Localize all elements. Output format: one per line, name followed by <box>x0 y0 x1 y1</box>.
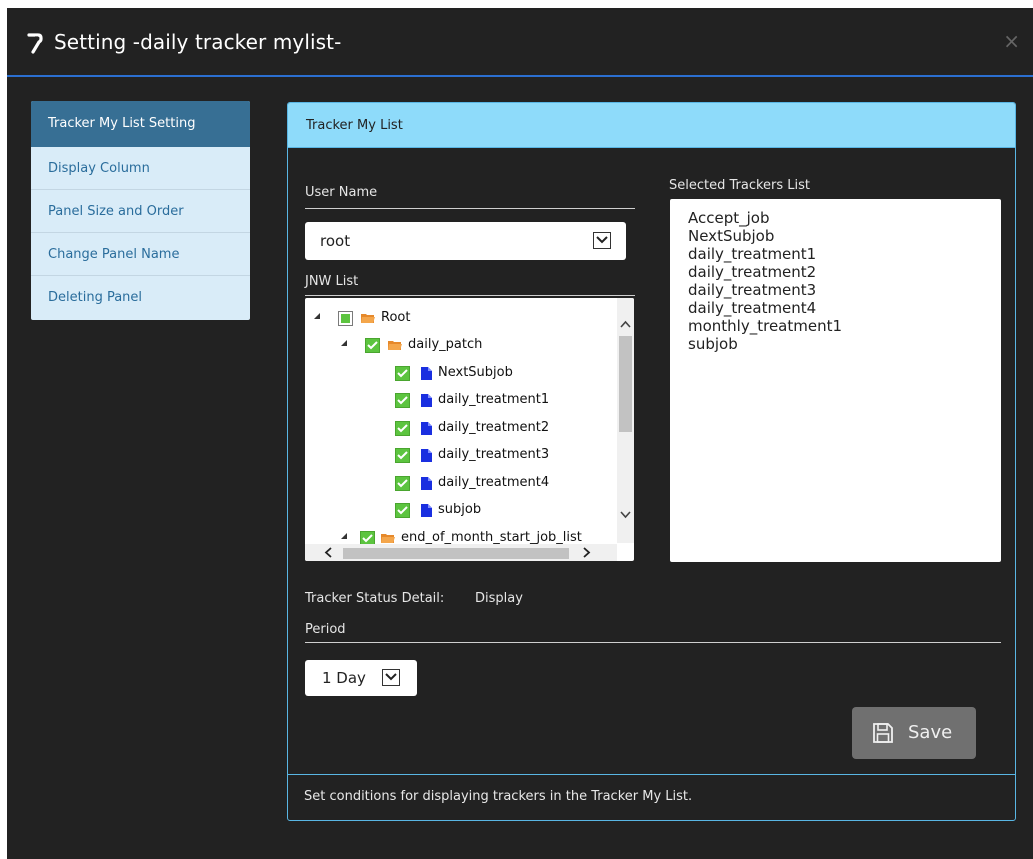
tree-checkbox[interactable] <box>338 311 353 326</box>
tree-node-label: daily_treatment2 <box>438 420 550 435</box>
period-label: Period <box>305 622 346 637</box>
list-item[interactable]: monthly_treatment1 <box>688 317 1001 335</box>
list-item[interactable]: NextSubjob <box>688 227 1001 245</box>
close-button[interactable]: × <box>1003 29 1020 53</box>
file-icon <box>421 477 432 490</box>
check-icon <box>397 479 408 488</box>
check-icon <box>397 424 408 433</box>
tree-node-label: NextSubjob <box>438 365 513 380</box>
wrench-icon <box>26 31 48 55</box>
tracker-status-detail-label: Tracker Status Detail: <box>305 591 445 606</box>
user-name-select[interactable]: root <box>305 222 626 260</box>
jnw-tree: Root daily_patch NextSubjob daily_treatm… <box>305 298 634 561</box>
check-icon <box>367 341 378 350</box>
tree-checkbox[interactable] <box>395 421 410 436</box>
scroll-up-icon[interactable] <box>620 320 631 328</box>
scroll-left-icon[interactable] <box>324 547 332 558</box>
user-name-label: User Name <box>305 185 378 200</box>
file-icon <box>421 422 432 435</box>
check-icon <box>397 506 408 515</box>
list-item[interactable]: Accept_job <box>688 209 1001 227</box>
settings-sidebar: Tracker My List Setting Display Column P… <box>31 101 250 320</box>
file-icon <box>421 449 432 462</box>
scroll-down-icon[interactable] <box>620 511 631 519</box>
list-item[interactable]: daily_treatment4 <box>688 299 1001 317</box>
user-name-divider <box>305 208 635 209</box>
check-icon <box>397 451 408 460</box>
tree-node-label: daily_treatment4 <box>438 475 550 490</box>
file-icon <box>421 367 432 380</box>
expanded-triangle-icon[interactable] <box>313 312 321 320</box>
selected-trackers-list[interactable]: Accept_job NextSubjob daily_treatment1 d… <box>670 199 1001 562</box>
tree-node-label: subjob <box>438 502 482 517</box>
save-button[interactable]: Save <box>852 707 976 759</box>
chevron-down-icon[interactable] <box>593 232 611 249</box>
expanded-triangle-icon[interactable] <box>340 339 348 347</box>
sidebar-item-display-column[interactable]: Display Column <box>31 147 250 190</box>
tree-checkbox[interactable] <box>395 393 410 408</box>
tracker-status-detail-value: Display <box>475 591 523 606</box>
list-item[interactable]: daily_treatment2 <box>688 263 1001 281</box>
tracker-my-list-panel: Tracker My List User Name root JNW List … <box>287 102 1016 821</box>
scroll-right-icon[interactable] <box>583 547 591 558</box>
tree-checkbox[interactable] <box>365 338 380 353</box>
tree-checkbox[interactable] <box>395 476 410 491</box>
folder-icon <box>361 314 375 323</box>
save-button-label: Save <box>908 722 953 743</box>
list-item[interactable]: subjob <box>688 335 1001 353</box>
chevron-down-icon[interactable] <box>382 669 400 686</box>
file-icon <box>421 504 432 517</box>
sidebar-item-tracker-my-list-setting[interactable]: Tracker My List Setting <box>31 101 250 147</box>
tree-checkbox[interactable] <box>395 503 410 518</box>
tree-node-label: daily_patch <box>408 337 483 352</box>
tree-node-label: daily_treatment3 <box>438 447 550 462</box>
period-divider <box>305 642 1001 643</box>
tree-horizontal-scrollbar[interactable] <box>305 544 617 561</box>
folder-icon <box>381 534 395 543</box>
period-value: 1 Day <box>322 669 366 687</box>
list-item[interactable]: daily_treatment1 <box>688 245 1001 263</box>
tree-checkbox[interactable] <box>395 366 410 381</box>
folder-icon <box>388 341 402 350</box>
selected-trackers-label: Selected Trackers List <box>669 178 811 193</box>
tree-checkbox[interactable] <box>395 448 410 463</box>
period-select[interactable]: 1 Day <box>305 660 417 696</box>
vertical-scroll-thumb[interactable] <box>619 336 632 432</box>
settings-dialog: Setting -daily tracker mylist- × Tracker… <box>7 8 1033 859</box>
tree-vertical-scrollbar[interactable] <box>617 298 634 543</box>
floppy-disk-icon <box>873 723 893 743</box>
user-name-value: root <box>320 232 351 250</box>
check-icon <box>397 369 408 378</box>
check-icon <box>397 396 408 405</box>
jnw-list-divider <box>305 295 635 296</box>
sidebar-item-panel-size-and-order[interactable]: Panel Size and Order <box>31 190 250 233</box>
sidebar-item-deleting-panel[interactable]: Deleting Panel <box>31 276 250 319</box>
file-icon <box>421 394 432 407</box>
jnw-list-label: JNW List <box>305 274 359 289</box>
dialog-titlebar: Setting -daily tracker mylist- × <box>7 8 1033 77</box>
sidebar-item-change-panel-name[interactable]: Change Panel Name <box>31 233 250 276</box>
expanded-triangle-icon[interactable] <box>340 532 348 540</box>
tree-node-label: end_of_month_start_job_list <box>401 530 582 545</box>
panel-header: Tracker My List <box>288 103 1015 148</box>
tree-node-label: Root <box>381 310 411 325</box>
horizontal-scroll-thumb[interactable] <box>343 548 569 559</box>
tree-node-label: daily_treatment1 <box>438 392 550 407</box>
list-item[interactable]: daily_treatment3 <box>688 281 1001 299</box>
panel-footer-help: Set conditions for displaying trackers i… <box>288 774 1015 820</box>
dialog-title: Setting -daily tracker mylist- <box>54 30 342 54</box>
